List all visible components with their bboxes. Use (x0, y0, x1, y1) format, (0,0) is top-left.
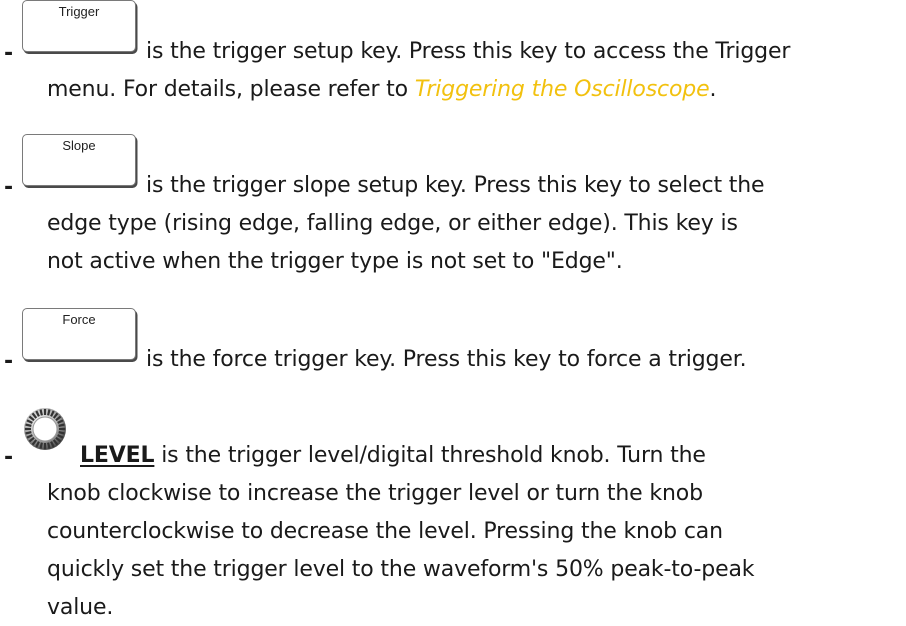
level-desc-text-1: is the trigger level/digital threshold k… (154, 443, 706, 468)
level-desc-line-4: quickly set the trigger level to the wav… (47, 557, 755, 582)
trigger-desc-text: menu. For details, please refer to (47, 77, 415, 102)
bullet-dash: - (4, 175, 14, 200)
trigger-key-icon: Trigger (22, 0, 136, 52)
slope-key-icon: Slope (22, 134, 136, 186)
slope-desc-line-2: edge type (rising edge, falling edge, or… (47, 211, 738, 236)
force-desc-line-1: is the force trigger key. Press this key… (146, 347, 747, 372)
triggering-oscilloscope-link[interactable]: Triggering the Oscilloscope (415, 77, 710, 102)
trigger-desc-line-2: menu. For details, please refer to Trigg… (47, 72, 716, 108)
level-desc-line-5: value. (47, 595, 114, 620)
level-desc-line-3: counterclockwise to decrease the level. … (47, 519, 723, 544)
knob-icon (24, 408, 66, 450)
trigger-key-label: Trigger (58, 4, 100, 19)
force-key-icon: Force (22, 308, 136, 360)
level-desc-line-1: LEVEL is the trigger level/digital thres… (80, 438, 706, 474)
force-key-label: Force (62, 312, 96, 327)
slope-desc-line-1: is the trigger slope setup key. Press th… (146, 173, 765, 198)
level-desc-line-2: knob clockwise to increase the trigger l… (47, 481, 703, 506)
trigger-desc-line-1: is the trigger setup key. Press this key… (146, 39, 791, 64)
slope-desc-line-3: not active when the trigger type is not … (47, 249, 623, 274)
bullet-dash: - (4, 445, 14, 470)
trigger-desc-period: . (709, 77, 717, 102)
level-knob-label: LEVEL (80, 443, 155, 468)
bullet-dash: - (4, 41, 14, 66)
slope-key-label: Slope (62, 138, 96, 153)
bullet-dash: - (4, 349, 14, 374)
